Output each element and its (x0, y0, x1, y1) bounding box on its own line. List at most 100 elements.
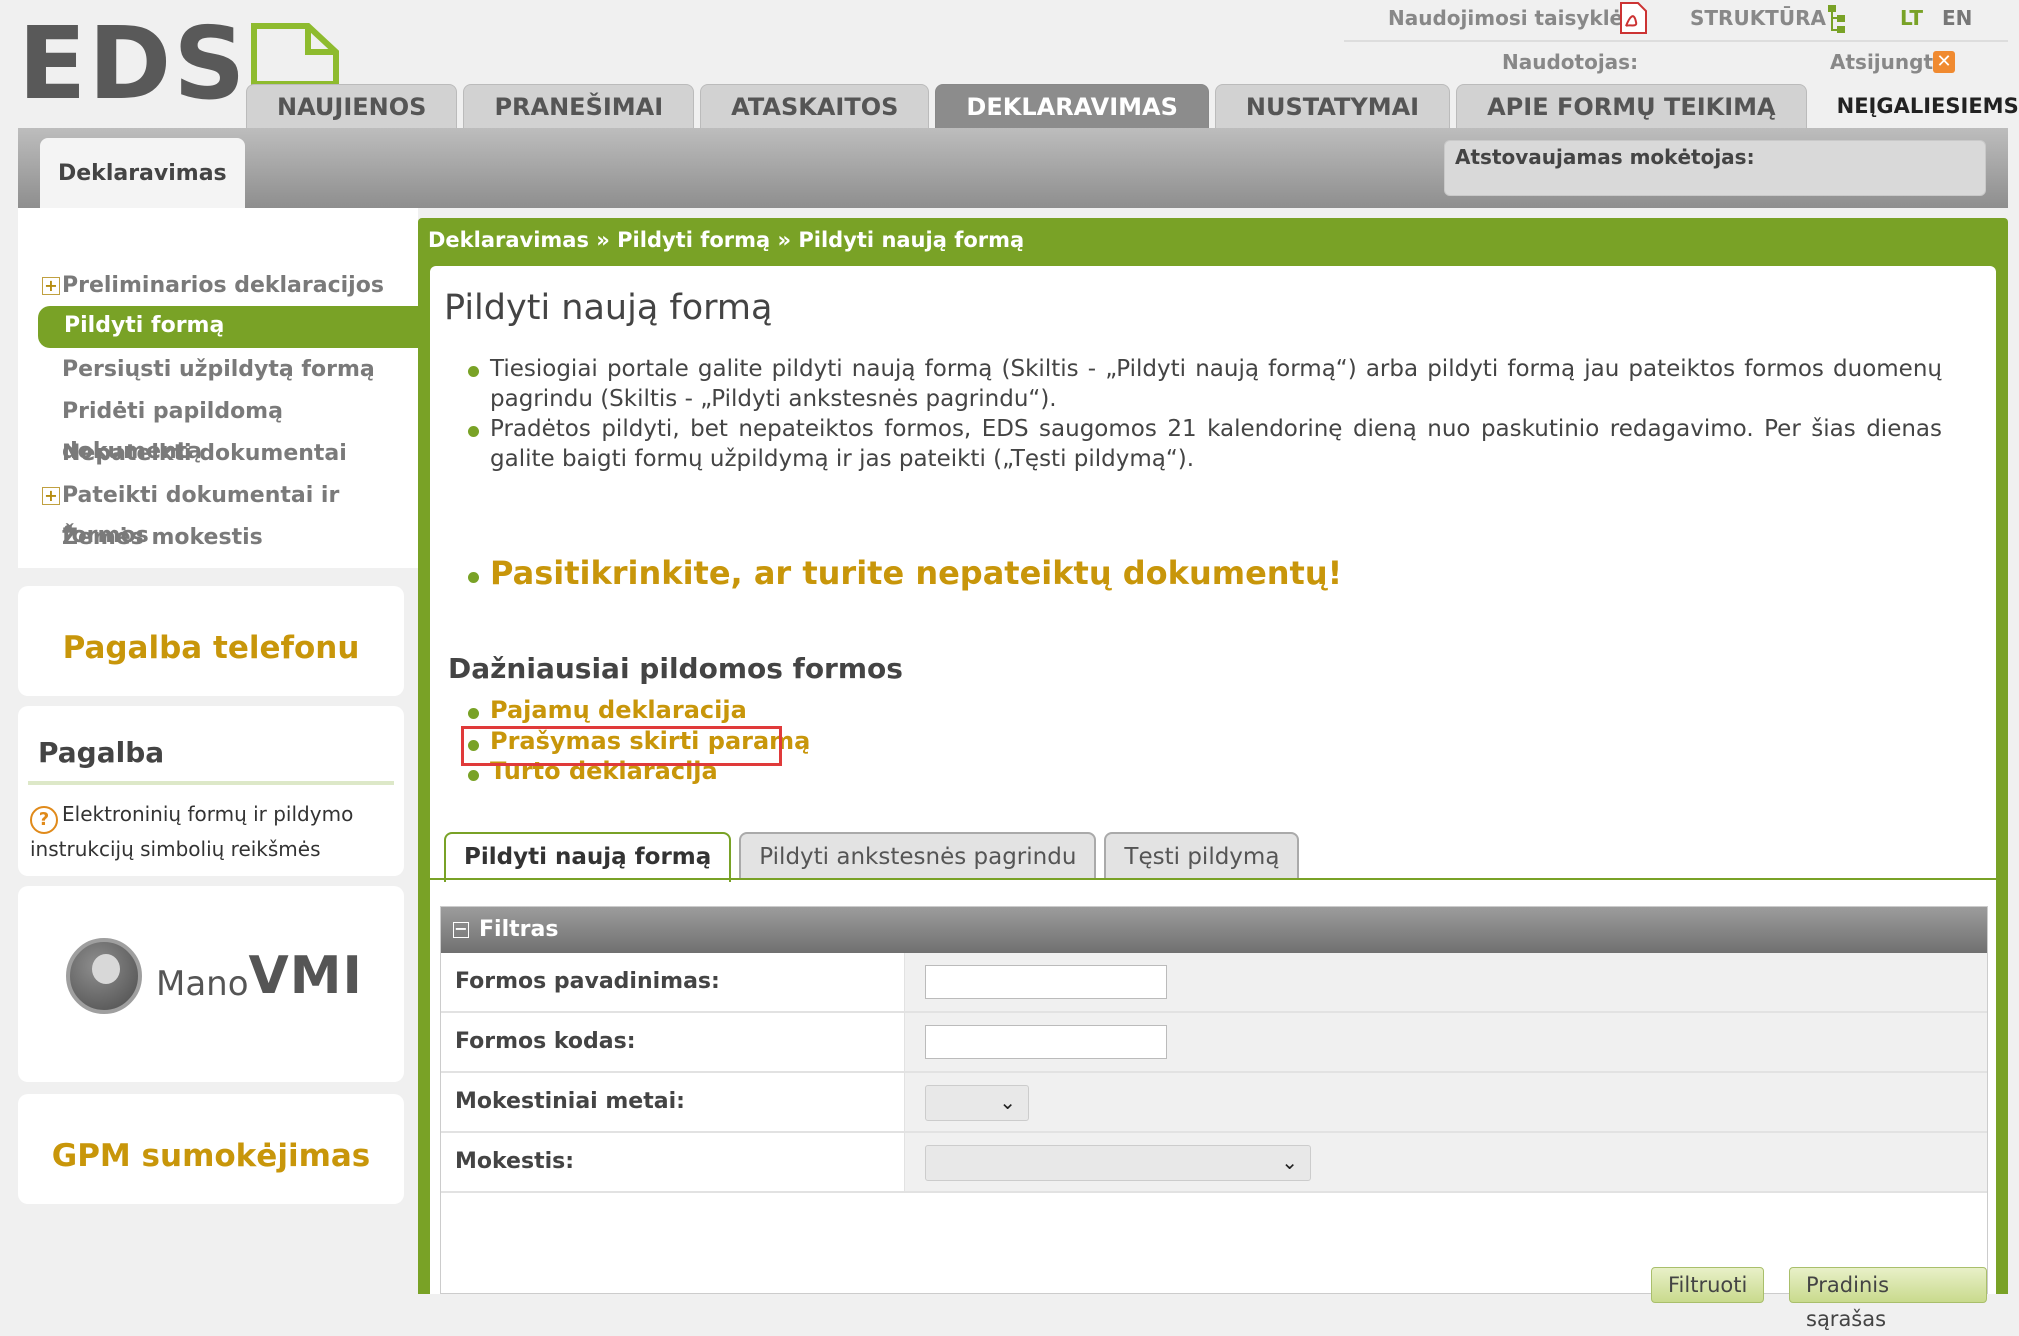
collapse-minus-icon[interactable]: − (453, 921, 469, 938)
phone-help-box[interactable]: Pagalba telefonu (18, 586, 404, 696)
unsubmitted-documents-link[interactable]: Pasitikrinkite, ar turite nepateiktų dok… (490, 554, 1342, 592)
form-tabs: Pildyti naują formą Pildyti ankstesnės p… (444, 832, 1300, 882)
filter-row-form-code: Formos kodas: (441, 1013, 1987, 1073)
sidebar-item-nepateikti[interactable]: Nepateikti dokumentai (36, 434, 418, 474)
page-title: Pildyti naują formą (444, 288, 773, 328)
info-paragraph-2: Pradėtos pildyti, bet nepateiktos formos… (490, 416, 1942, 472)
filter-row-form-name: Formos pavadinimas: (441, 953, 1987, 1013)
tax-year-select[interactable]: ⌄ (925, 1085, 1029, 1121)
tax-year-label: Mokestiniai metai: (441, 1073, 905, 1131)
represented-payer-label: Atstovaujamas mokėtojas: (1455, 145, 1755, 169)
sitemap-icon[interactable] (1826, 4, 1846, 34)
nav-tab-deklaravimas[interactable]: DEKLARAVIMAS (935, 84, 1209, 128)
sidebar-item-preliminarios[interactable]: + Preliminarios deklaracijos (36, 266, 418, 306)
user-avatar-icon (66, 938, 142, 1014)
form-name-input[interactable] (925, 965, 1167, 999)
vmi-text: VMI (248, 946, 363, 1006)
help-title: Pagalba (38, 736, 165, 769)
expand-plus-icon[interactable]: + (42, 487, 60, 505)
help-symbols-text: Elektroninių formų ir pildymo instrukcij… (30, 802, 354, 861)
filter-header[interactable]: − Filtras (441, 907, 1987, 953)
info-paragraph-1: Tiesiogiai portale galite pildyti naują … (490, 356, 1942, 412)
sidebar-item-persiusti[interactable]: Persiųsti užpildytą formą (36, 350, 418, 390)
nav-tab-ataskaitos[interactable]: ATASKAITOS (700, 84, 930, 128)
content-area: Pildyti naują formą Tiesiogiai portale g… (430, 266, 1996, 1331)
filter-panel: − Filtras Formos pavadinimas: Formos koda… (440, 906, 1988, 1331)
nav-tab-apie-formu-teikima[interactable]: APIE FORMŲ TEIKIMĄ (1456, 84, 1807, 128)
sidebar-item-prideti-dokumenta[interactable]: Pridėti papildomą dokumentą (36, 392, 418, 464)
highlight-box (461, 726, 782, 766)
tab-testi-pildyma[interactable]: Tęsti pildymą (1104, 832, 1300, 880)
filter-row-tax: Mokestis: ⌄ (441, 1133, 1987, 1193)
sidebar-item-label: Persiųsti užpildytą formą (62, 357, 375, 382)
section-band: Deklaravimas Atstovaujamas mokėtojas: (18, 128, 2008, 208)
user-label: Naudotojas: (1502, 50, 1639, 74)
bullet-dot (468, 770, 479, 781)
represented-payer-box: Atstovaujamas mokėtojas: (1444, 140, 1986, 196)
nav-tab-nustatymai[interactable]: NUSTATYMAI (1214, 84, 1451, 128)
filter-row-tax-year: Mokestiniai metai: ⌄ (441, 1073, 1987, 1133)
logout-close-icon[interactable]: ✕ (1933, 51, 1955, 73)
mano-text: Mano (156, 964, 249, 1004)
reset-list-button[interactable]: Pradinis sąrašas (1789, 1267, 1987, 1331)
form-name-cell (905, 953, 1987, 1011)
sidebar-item-pildyti-forma[interactable]: Pildyti formą (38, 306, 420, 348)
tax-label: Mokestis: (441, 1133, 905, 1191)
gpm-payment-box[interactable]: GPM sumokėjimas (18, 1094, 404, 1204)
logout-text[interactable]: Atsijungti (1830, 50, 1940, 74)
logout-link[interactable]: Atsijungti (1830, 50, 1940, 78)
mano-vmi-logo: Mano VMI (66, 938, 363, 1014)
form-link-pajamu-deklaracija[interactable]: Pajamų deklaracija (490, 696, 747, 724)
tab-pildyti-nauja-forma[interactable]: Pildyti naują formą (444, 832, 732, 882)
chevron-down-icon: ⌄ (999, 1090, 1016, 1114)
breadcrumb[interactable]: Deklaravimas » Pildyti formą » Pildyti n… (428, 228, 1024, 252)
phone-help-label[interactable]: Pagalba telefonu (18, 586, 404, 666)
nav-accessibility-link[interactable]: NEĮGALIESIEMS➔ (1813, 84, 2019, 128)
sidebar-item-label: Nepateikti dokumentai (62, 441, 347, 466)
tax-year-cell: ⌄ (905, 1073, 1987, 1131)
sidebar-item-zemes-mokestis[interactable]: Žemės mokestis (36, 518, 418, 558)
header-divider (1344, 40, 2008, 42)
expand-plus-icon[interactable]: + (42, 277, 60, 295)
sidebar-item-pateikti[interactable]: + Pateikti dokumentai ir formos (36, 476, 418, 548)
form-code-cell (905, 1013, 1987, 1071)
bullet-dot (468, 572, 479, 583)
sidebar-item-label: Žemės mokestis (62, 525, 263, 550)
lang-lt[interactable]: LT (1900, 6, 1923, 34)
tab-underline (430, 878, 1996, 880)
logo-text: EDS (18, 5, 248, 122)
tab-pildyti-ankstesnes-pagrindu[interactable]: Pildyti ankstesnės pagrindu (739, 832, 1097, 880)
main-panel: Deklaravimas » Pildyti formą » Pildyti n… (418, 218, 2008, 1331)
bullet-dot (468, 426, 479, 437)
chevron-down-icon: ⌄ (1281, 1150, 1298, 1174)
lang-en[interactable]: EN (1942, 6, 1972, 34)
pdf-icon[interactable] (1618, 2, 1648, 34)
structure-link[interactable]: STRUKTŪRA (1690, 6, 1826, 34)
logo-document-icon (251, 23, 339, 87)
bullet-dot (468, 366, 479, 377)
rules-link-text[interactable]: Naudojimosi taisyklės (1388, 6, 1635, 30)
help-symbols-link[interactable]: ? Elektroninių formų ir pildymo instrukci… (18, 785, 404, 878)
sidebar-item-label: Pildyti formą (64, 313, 225, 338)
tax-select[interactable]: ⌄ (925, 1145, 1311, 1181)
mano-vmi-banner[interactable]: Mano VMI (18, 886, 404, 1082)
lang-lt-text[interactable]: LT (1900, 6, 1923, 30)
sidebar-menu: + Preliminarios deklaracijos Pildyti for… (18, 208, 420, 568)
help-box: Pagalba ? Elektroninių formų ir pildymo i… (18, 706, 404, 876)
frequent-forms-title: Dažniausiai pildomos formos (448, 652, 903, 685)
nav-tab-naujienos[interactable]: NAUJIENOS (246, 84, 458, 128)
nav-tab-pranesimai[interactable]: PRANEŠIMAI (463, 84, 695, 128)
filter-title: Filtras (479, 917, 559, 942)
accessibility-label: NEĮGALIESIEMS (1836, 94, 2019, 118)
gpm-payment-label[interactable]: GPM sumokėjimas (18, 1094, 404, 1174)
tax-cell: ⌄ (905, 1133, 1987, 1191)
bullet-dot (468, 708, 479, 719)
rules-link[interactable]: Naudojimosi taisyklės (1388, 6, 1635, 34)
structure-link-text[interactable]: STRUKTŪRA (1690, 6, 1826, 30)
form-name-label: Formos pavadinimas: (441, 953, 905, 1011)
form-code-input[interactable] (925, 1025, 1167, 1059)
filter-button[interactable]: Filtruoti (1651, 1267, 1765, 1303)
subtab-deklaravimas[interactable]: Deklaravimas (40, 138, 245, 208)
sidebar-item-label: Preliminarios deklaracijos (62, 273, 384, 298)
lang-en-text[interactable]: EN (1942, 6, 1972, 30)
